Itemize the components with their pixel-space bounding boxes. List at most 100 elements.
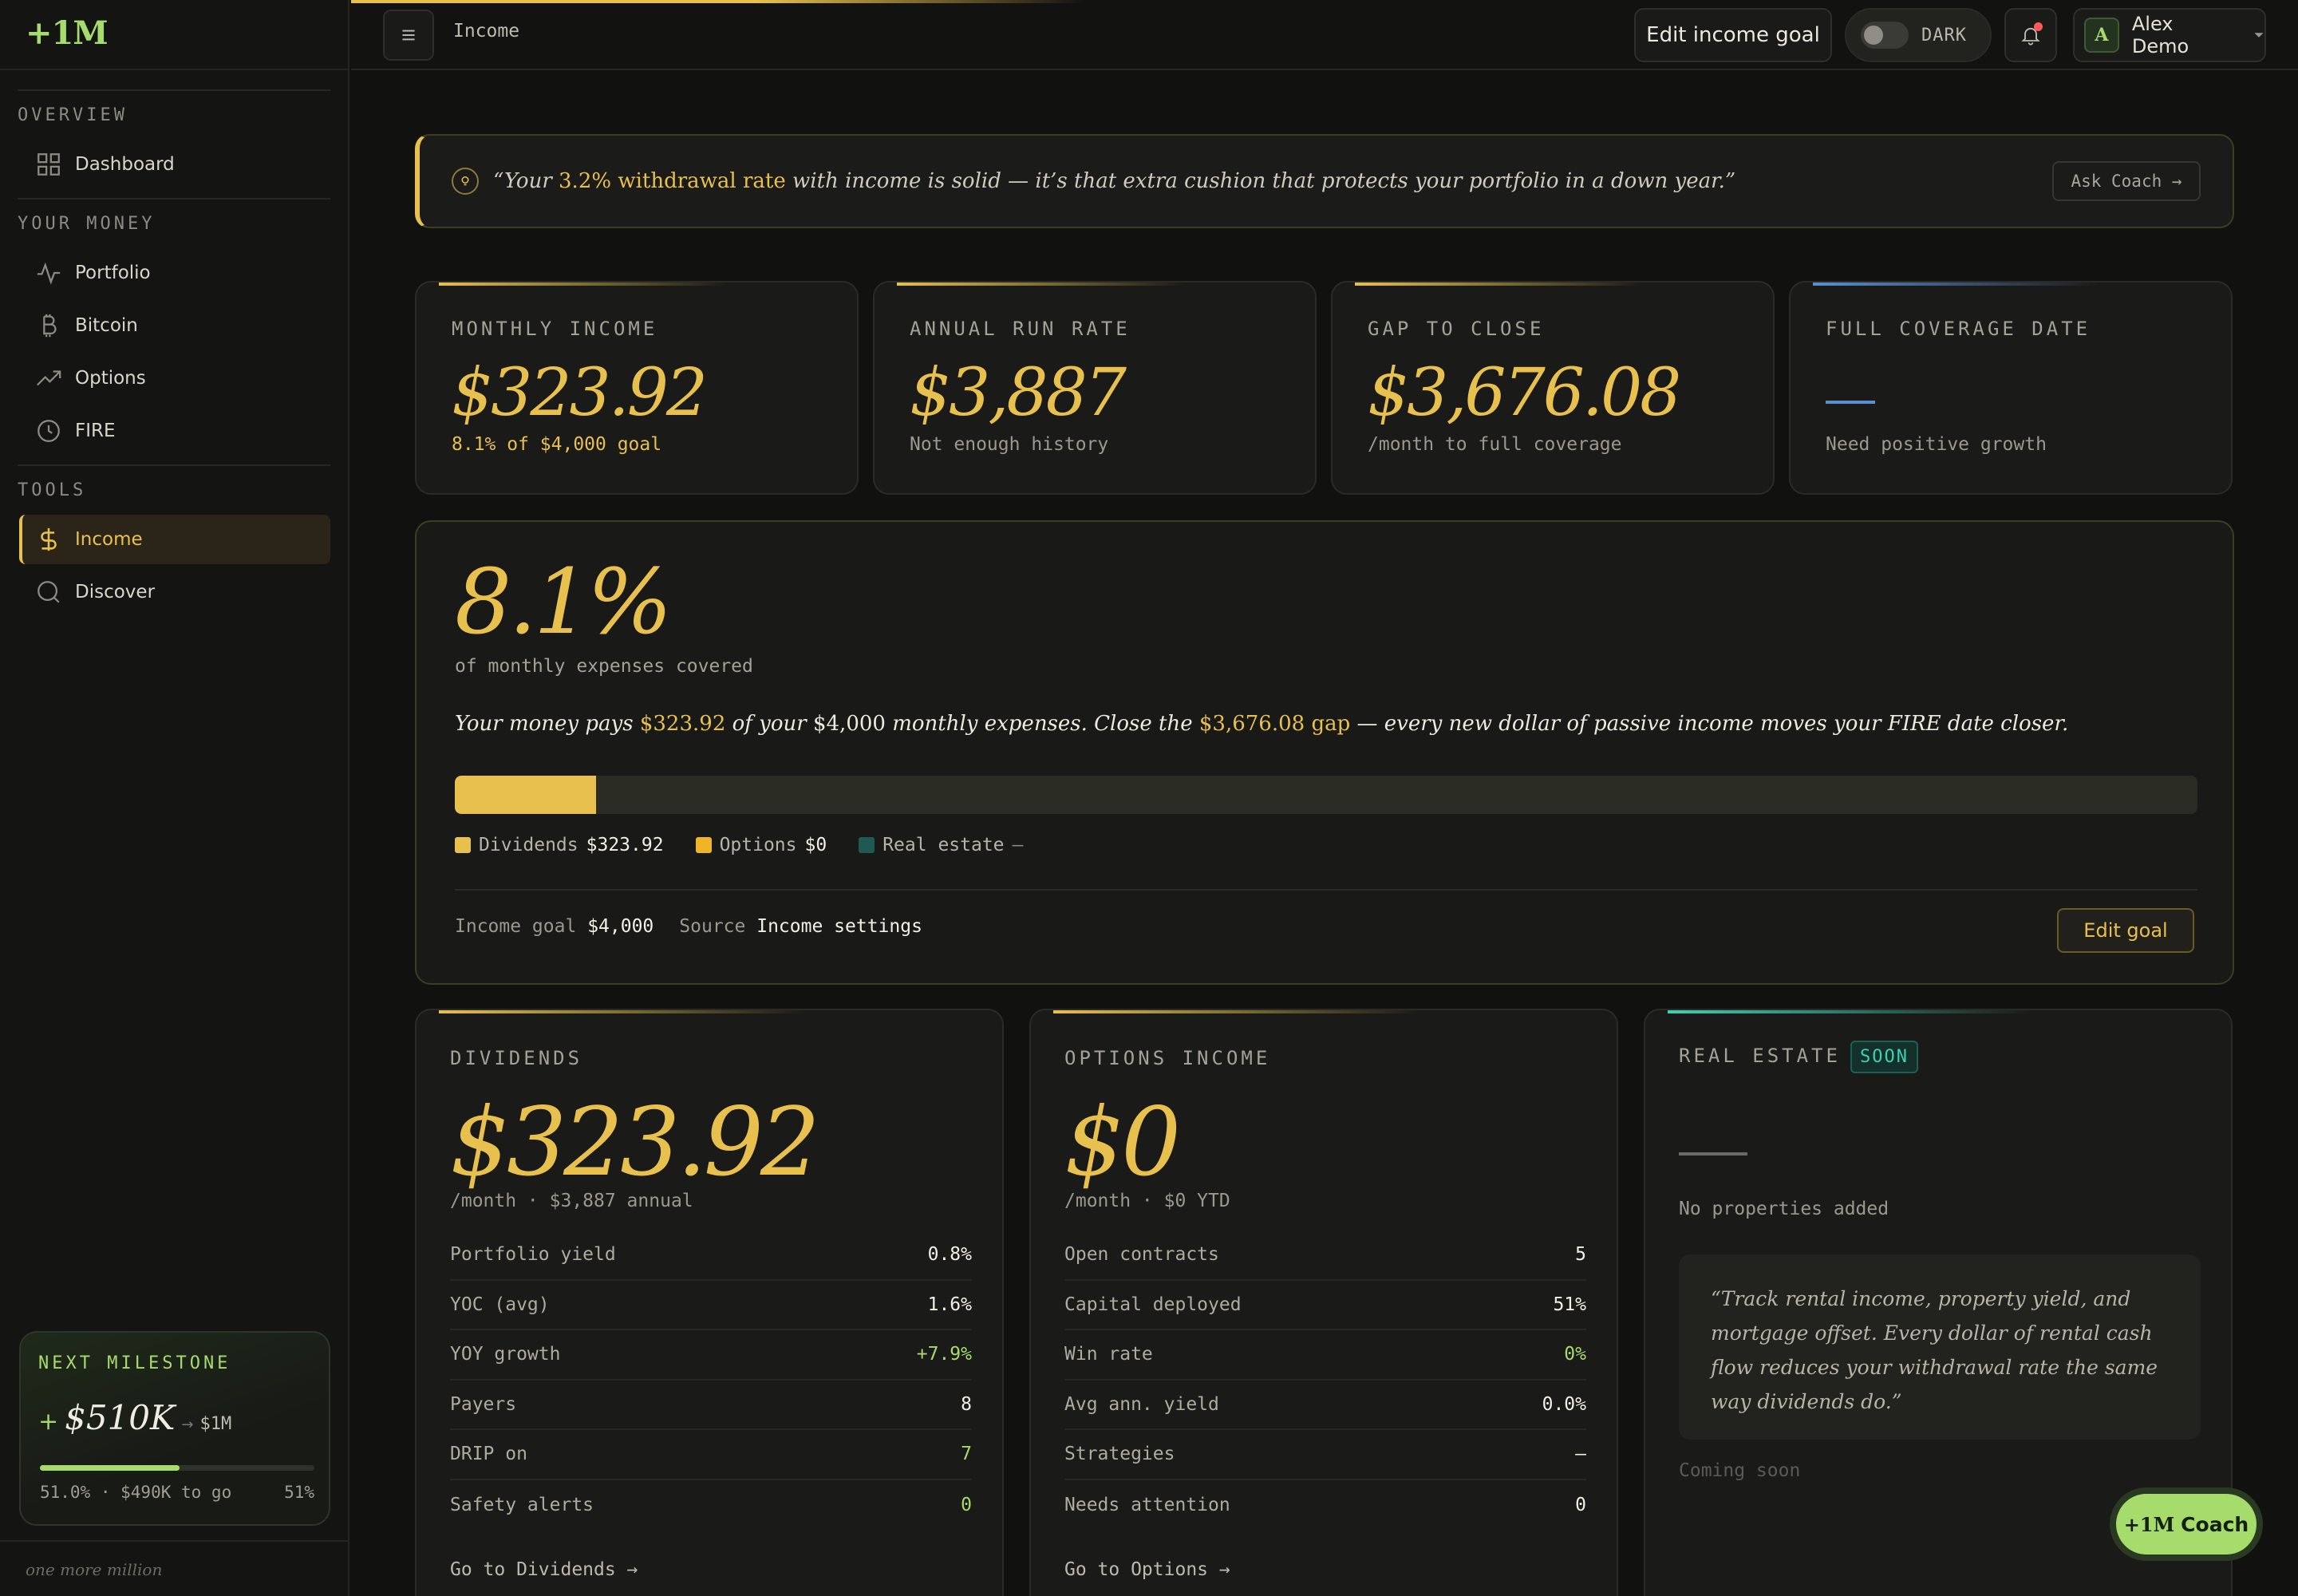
metric-key: Avg ann. yield <box>1064 1393 1219 1415</box>
sidebar-item-label: Income <box>75 529 143 550</box>
metric-key: Open contracts <box>1064 1244 1219 1266</box>
metric-key: Portfolio yield <box>450 1244 616 1266</box>
sidebar-item-label: Dashboard <box>75 154 175 175</box>
legend-amount: — <box>1012 835 1024 855</box>
metric-row: Payers 8 <box>450 1381 972 1430</box>
metric-row: YOC (avg) 1.6% <box>450 1281 972 1330</box>
trending-up-icon <box>37 370 61 386</box>
divider <box>455 889 2197 891</box>
sidebar-item-income[interactable]: Income <box>19 515 330 564</box>
user-menu[interactable]: A Alex Demo <box>2073 8 2266 62</box>
notifications-button[interactable] <box>2004 8 2057 62</box>
metric-key: Strategies <box>1064 1444 1175 1465</box>
legend-item-real-estate: Real estate — <box>859 835 1023 855</box>
sidebar-item-portfolio[interactable]: Portfolio <box>19 248 330 298</box>
tagline: one more million <box>26 1560 163 1579</box>
stat-card-monthly-income: MONTHLY INCOME $323.92 8.1% of $4,000 go… <box>415 281 859 495</box>
metric-row: Capital deployed 51% <box>1064 1281 1586 1330</box>
brand-logo[interactable]: +1M <box>26 14 109 52</box>
sidebar-item-discover[interactable]: Discover <box>19 567 330 617</box>
goal-value: $4,000 <box>587 916 654 937</box>
arrow-right-icon: → <box>181 1416 194 1433</box>
coverage-percent: 8.1% <box>455 551 673 654</box>
stat-subtext: Need positive growth <box>1826 434 2047 455</box>
metric-key: Capital deployed <box>1064 1294 1242 1315</box>
metric-value: — <box>1575 1444 1586 1465</box>
bitcoin-icon <box>43 314 57 338</box>
metric-row: Portfolio yield 0.8% <box>450 1231 972 1281</box>
coverage-progress-fill <box>455 776 596 814</box>
theme-label: DARK <box>1921 25 1967 45</box>
sidebar-item-options[interactable]: Options <box>19 354 330 403</box>
clock-icon <box>38 420 60 442</box>
menu-button[interactable] <box>383 10 434 61</box>
metric-row: Avg ann. yield 0.0% <box>1064 1381 1586 1430</box>
source-link[interactable]: Income settings <box>756 916 922 937</box>
go-to-options-link[interactable]: Go to Options → <box>1064 1559 1230 1580</box>
milestone-title: NEXT MILESTONE <box>38 1353 231 1373</box>
next-milestone-card[interactable]: NEXT MILESTONE + $510K → $1M 51.0% · $49… <box>19 1331 330 1526</box>
sidebar-item-label: Discover <box>75 582 156 602</box>
ask-coach-button[interactable]: Ask Coach → <box>2052 161 2201 201</box>
soon-badge: SOON <box>1850 1041 1918 1073</box>
divider <box>18 89 330 91</box>
grid-icon <box>38 153 60 176</box>
card-label: OPTIONS INCOME <box>1064 1047 1271 1069</box>
card-value: $0 <box>1064 1087 1181 1197</box>
card-accent <box>439 282 726 286</box>
milestone-progress-fill <box>40 1465 180 1471</box>
section-label-tools: TOOLS <box>18 480 87 500</box>
sidebar-item-label: Portfolio <box>75 263 151 283</box>
coming-soon-text: Coming soon <box>1679 1460 1801 1481</box>
coach-button[interactable]: +1M Coach <box>2110 1487 2263 1561</box>
coach-button-inner: +1M Coach <box>2116 1494 2257 1555</box>
page-load-indicator <box>351 0 1085 3</box>
legend-item-dividends: Dividends $323.92 <box>455 835 664 855</box>
sidebar-item-fire[interactable]: FIRE <box>19 406 330 456</box>
coverage-panel: 8.1% of monthly expenses covered Your mo… <box>415 520 2234 985</box>
lightbulb-icon <box>452 168 479 195</box>
stat-label: FULL COVERAGE DATE <box>1826 318 2091 340</box>
sidebar-item-label: FIRE <box>75 421 116 441</box>
empty-value-dash <box>1679 1152 1747 1156</box>
milestone-footer: 51.0% · $490K to go 51% <box>40 1483 314 1502</box>
chevron-down-icon <box>2254 33 2264 38</box>
theme-toggle[interactable]: DARK <box>1845 8 1992 62</box>
metric-value: 5 <box>1575 1244 1586 1266</box>
metric-key: Needs attention <box>1064 1494 1230 1515</box>
legend-item-options: Options $0 <box>695 835 827 855</box>
summary-gap: $3,676.08 gap <box>1198 712 1351 736</box>
real-estate-description: “Track rental income, property yield, an… <box>1679 1254 2201 1440</box>
stat-card-gap-to-close: GAP TO CLOSE $3,676.08 /month to full co… <box>1331 281 1775 495</box>
summary-part: monthly expenses. Close the <box>885 712 1199 736</box>
go-to-dividends-link[interactable]: Go to Dividends → <box>450 1559 638 1580</box>
metric-key: Win rate <box>1064 1344 1153 1365</box>
stat-card-annual-run-rate: ANNUAL RUN RATE $3,887 Not enough histor… <box>873 281 1317 495</box>
activity-icon <box>37 262 61 285</box>
card-subtext: /month · $0 YTD <box>1064 1191 1230 1211</box>
section-label-your-money: YOUR MONEY <box>18 214 156 234</box>
quote-rest: with income is solid — it’s that extra c… <box>785 169 1736 193</box>
legend-name: Dividends <box>479 835 578 855</box>
sidebar-item-dashboard[interactable]: Dashboard <box>19 140 330 189</box>
card-accent <box>897 282 1184 286</box>
card-label: DIVIDENDS <box>450 1047 583 1069</box>
stat-card-full-coverage-date: FULL COVERAGE DATE Need positive growth <box>1789 281 2233 495</box>
sidebar: +1M OVERVIEW Dashboard YOUR MONEY Portfo… <box>0 0 349 1596</box>
milestone-target: $1M <box>199 1414 232 1434</box>
milestone-remaining: 51.0% · $490K to go <box>40 1483 232 1502</box>
card-subtext: No properties added <box>1679 1199 1889 1219</box>
metric-value: 0 <box>961 1494 972 1515</box>
sidebar-item-bitcoin[interactable]: Bitcoin <box>19 301 330 350</box>
stat-value: $323.92 <box>452 355 708 431</box>
edit-income-goal-button[interactable]: Edit income goal <box>1634 8 1832 62</box>
metric-value: 1.6% <box>927 1294 972 1315</box>
sidebar-item-label: Options <box>75 368 146 389</box>
card-accent <box>439 1010 806 1013</box>
metric-key: YOC (avg) <box>450 1294 550 1315</box>
coverage-summary: Your money pays $323.92 of your $4,000 m… <box>455 712 2068 736</box>
stat-label: GAP TO CLOSE <box>1368 318 1545 340</box>
edit-goal-button[interactable]: Edit goal <box>2057 908 2194 953</box>
metric-key: YOY growth <box>450 1344 561 1365</box>
coach-brand: +1M <box>2123 1512 2175 1536</box>
